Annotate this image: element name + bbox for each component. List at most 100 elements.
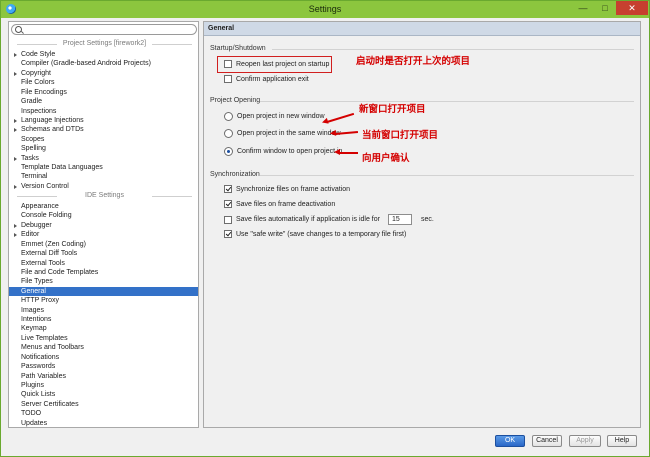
- tree-item-label: Terminal: [21, 173, 48, 181]
- sidebar-item-quick-lists[interactable]: Quick Lists: [9, 390, 198, 399]
- sidebar-item-passwords[interactable]: Passwords: [9, 362, 198, 371]
- open-same-window-label: Open project in the same window: [237, 130, 341, 137]
- safe-write-option[interactable]: Use "safe write" (save changes to a temp…: [224, 230, 406, 238]
- tree-item-label: Path Variables: [21, 372, 67, 380]
- tree-item-label: File Colors: [21, 79, 55, 87]
- tree-item-label: Version Control: [21, 182, 69, 190]
- sidebar-item-live-templates[interactable]: Live Templates: [9, 334, 198, 343]
- sidebar-item-scopes[interactable]: Scopes: [9, 135, 198, 144]
- sidebar-item-keymap[interactable]: Keymap: [9, 324, 198, 333]
- reopen-last-project-label: Reopen last project on startup: [236, 60, 330, 68]
- sidebar-item-template-data-languages[interactable]: Template Data Languages: [9, 163, 198, 172]
- safe-write-checkbox[interactable]: [224, 230, 232, 238]
- tree-item-label: External Diff Tools: [21, 250, 78, 258]
- tree-item-label: Images: [21, 306, 44, 314]
- sidebar-item-todo[interactable]: TODO: [9, 409, 198, 418]
- sidebar-item-file-encodings[interactable]: File Encodings: [9, 88, 198, 97]
- new-window-arrow: [326, 112, 354, 123]
- search-input[interactable]: [11, 24, 197, 35]
- sidebar-item-terminal[interactable]: Terminal: [9, 172, 198, 181]
- sidebar-item-version-control[interactable]: Version Control: [9, 182, 198, 191]
- tree-item-label: Server Certificates: [21, 400, 79, 408]
- tree-item-label: Quick Lists: [21, 391, 56, 399]
- apply-button[interactable]: Apply: [569, 435, 601, 447]
- synchronization-section-title: Synchronization: [210, 171, 260, 178]
- sidebar-item-updates[interactable]: Updates: [9, 419, 198, 427]
- confirm-exit-label: Confirm application exit: [236, 75, 309, 83]
- save-when-idle-checkbox[interactable]: [224, 215, 232, 224]
- save-when-idle-option[interactable]: Save files automatically if application …: [224, 214, 434, 225]
- sidebar-item-emmet-zen-coding[interactable]: Emmet (Zen Coding): [9, 240, 198, 249]
- tree-item-label: Tasks: [21, 154, 39, 162]
- save-when-idle-label: Save files automatically if application …: [236, 216, 380, 223]
- sidebar-item-images[interactable]: Images: [9, 306, 198, 315]
- confirm-exit-option[interactable]: Confirm application exit: [224, 75, 309, 83]
- expand-arrow-icon[interactable]: [14, 156, 17, 161]
- sidebar-item-code-style[interactable]: Code Style: [9, 50, 198, 59]
- sync-frame-activation-option[interactable]: Synchronize files on frame activation: [224, 185, 350, 193]
- maximize-button[interactable]: □: [595, 1, 615, 15]
- tree-item-label: Plugins: [21, 381, 44, 389]
- sidebar-item-debugger[interactable]: Debugger: [9, 221, 198, 230]
- reopen-last-project-option[interactable]: Reopen last project on startup: [224, 60, 329, 68]
- tree-item-label: Notifications: [21, 353, 60, 361]
- sidebar-item-editor[interactable]: Editor: [9, 230, 198, 239]
- reopen-last-project-checkbox[interactable]: [224, 60, 232, 68]
- cancel-button[interactable]: Cancel: [532, 435, 562, 447]
- open-new-window-radio[interactable]: [224, 112, 233, 121]
- sidebar-item-external-diff-tools[interactable]: External Diff Tools: [9, 249, 198, 258]
- sidebar-item-file-and-code-templates[interactable]: File and Code Templates: [9, 268, 198, 277]
- sidebar-item-tasks[interactable]: Tasks: [9, 154, 198, 163]
- sidebar-item-path-variables[interactable]: Path Variables: [9, 372, 198, 381]
- sync-frame-activation-checkbox[interactable]: [224, 185, 232, 193]
- expand-arrow-icon[interactable]: [14, 71, 17, 76]
- sidebar-item-server-certificates[interactable]: Server Certificates: [9, 400, 198, 409]
- sidebar-item-plugins[interactable]: Plugins: [9, 381, 198, 390]
- help-button[interactable]: Help: [607, 435, 637, 447]
- sidebar-item-menus-and-toolbars[interactable]: Menus and Toolbars: [9, 343, 198, 352]
- sidebar-item-file-colors[interactable]: File Colors: [9, 78, 198, 87]
- sidebar-item-gradle[interactable]: Gradle: [9, 97, 198, 106]
- expand-arrow-icon[interactable]: [14, 223, 17, 228]
- expand-arrow-icon[interactable]: [14, 53, 17, 57]
- idle-seconds-input[interactable]: 15: [387, 214, 412, 225]
- sidebar-item-spelling[interactable]: Spelling: [9, 144, 198, 153]
- open-new-window-option[interactable]: Open project in new window: [224, 112, 325, 121]
- sidebar-item-schemas-and-dtds[interactable]: Schemas and DTDs: [9, 125, 198, 134]
- tree-item-label: Scopes: [21, 135, 45, 143]
- open-same-window-option[interactable]: Open project in the same window: [224, 129, 341, 138]
- save-on-deactivation-option[interactable]: Save files on frame deactivation: [224, 200, 335, 208]
- confirm-exit-checkbox[interactable]: [224, 75, 232, 83]
- sidebar-item-general[interactable]: General: [9, 286, 198, 297]
- expand-arrow-icon[interactable]: [14, 233, 17, 238]
- tree-item-label: Template Data Languages: [21, 164, 103, 172]
- sidebar-item-inspections[interactable]: Inspections: [9, 107, 198, 116]
- sidebar-item-intentions[interactable]: Intentions: [9, 315, 198, 324]
- tree-item-label: Spelling: [21, 145, 46, 153]
- confirm-window-radio[interactable]: [224, 147, 233, 156]
- expand-arrow-icon[interactable]: [14, 118, 17, 123]
- open-same-window-radio[interactable]: [224, 129, 233, 138]
- project-settings-group-title: Project Settings [firework2]: [9, 40, 198, 48]
- close-button[interactable]: ✕: [616, 1, 648, 15]
- sidebar-item-appearance[interactable]: Appearance: [9, 202, 198, 211]
- sidebar-item-file-types[interactable]: File Types: [9, 277, 198, 286]
- reopen-annotation: 启动时是否打开上次的项目: [356, 56, 471, 67]
- confirm-window-option[interactable]: Confirm window to open project in: [224, 147, 342, 156]
- expand-arrow-icon[interactable]: [14, 184, 17, 189]
- sidebar-item-copyright[interactable]: Copyright: [9, 69, 198, 78]
- sidebar-item-http-proxy[interactable]: HTTP Proxy: [9, 296, 198, 305]
- same-window-annotation: 当前窗口打开项目: [362, 130, 439, 141]
- expand-arrow-icon[interactable]: [14, 128, 17, 133]
- project-opening-section-title: Project Opening: [210, 97, 261, 104]
- ok-button[interactable]: OK: [495, 435, 525, 447]
- sidebar-item-external-tools[interactable]: External Tools: [9, 259, 198, 268]
- tree-item-label: Console Folding: [21, 212, 72, 220]
- minimize-button[interactable]: —: [573, 1, 593, 15]
- sidebar-item-language-injections[interactable]: Language Injections: [9, 116, 198, 125]
- save-on-deactivation-checkbox[interactable]: [224, 200, 232, 208]
- sidebar-item-console-folding[interactable]: Console Folding: [9, 211, 198, 220]
- sidebar-item-compiler-gradle-based-android-projects[interactable]: Compiler (Gradle-based Android Projects): [9, 59, 198, 68]
- section-divider: [260, 175, 634, 176]
- sidebar-item-notifications[interactable]: Notifications: [9, 353, 198, 362]
